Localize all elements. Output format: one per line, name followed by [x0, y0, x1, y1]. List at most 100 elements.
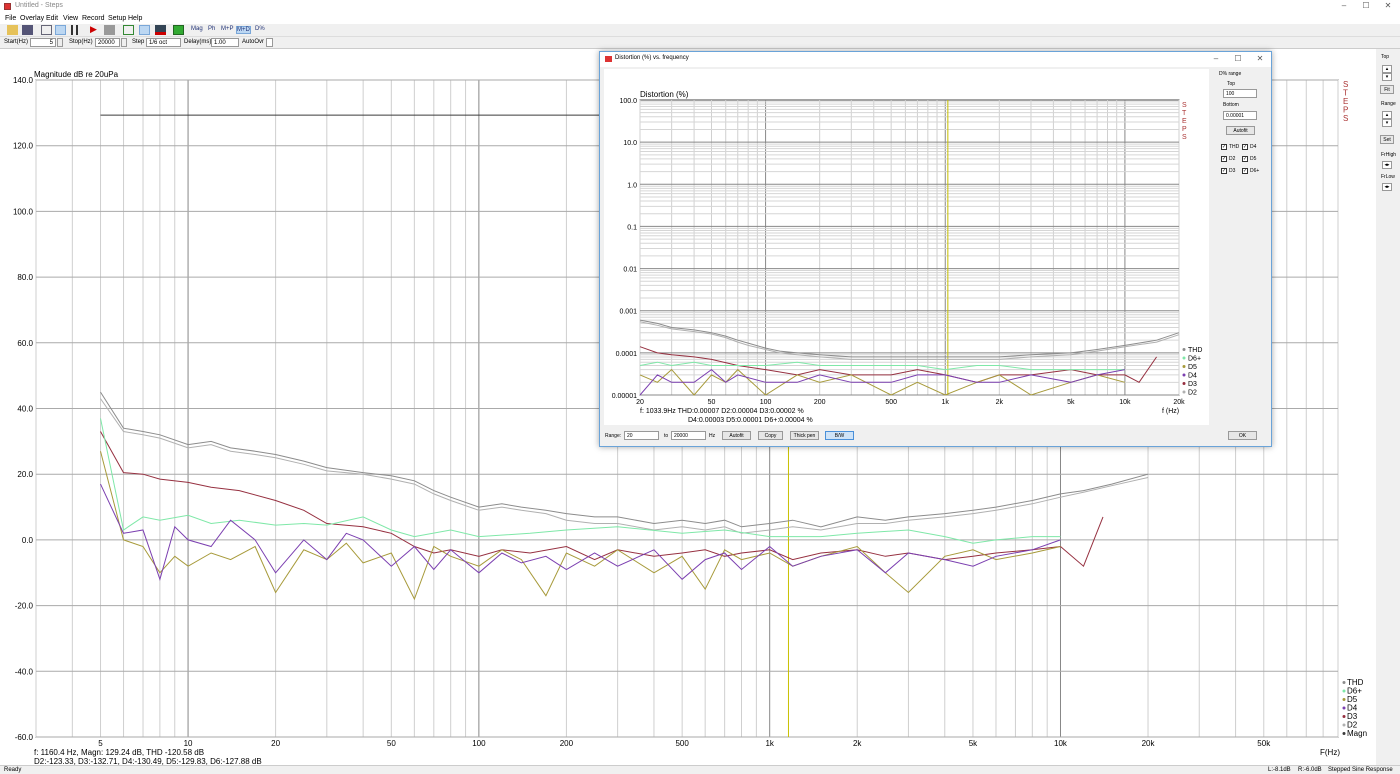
dbw-button[interactable]: B/W [825, 431, 854, 440]
range-up-button[interactable]: ▴ [1382, 111, 1392, 119]
magnitude-y-label: Magnitude dB re 20uPa [34, 70, 119, 79]
range-down-button[interactable]: ▾ [1382, 119, 1392, 127]
open-icon[interactable] [7, 25, 18, 35]
distortion-legend-label: D2 [1188, 390, 1197, 397]
mag-button[interactable]: Mag [191, 26, 203, 32]
autoovr-checkbox[interactable] [266, 38, 273, 47]
copy-icon[interactable] [41, 25, 52, 35]
pause-icon[interactable] [71, 25, 78, 35]
check-d2[interactable]: ✓ [1221, 156, 1227, 162]
magnitude-x-tick-label: 200 [560, 739, 574, 748]
md-button[interactable]: M+D [236, 26, 251, 34]
play-icon[interactable]: ▶ [90, 25, 101, 35]
start-label: Start(Hz) [4, 39, 28, 45]
menu-file[interactable]: File [5, 15, 16, 22]
frhigh-spinner[interactable]: ◂▸ [1382, 161, 1392, 169]
magnitude-x-label: F(Hz) [1320, 748, 1340, 757]
check-d5[interactable]: ✓ [1242, 156, 1248, 162]
parameter-row: Start(Hz) 5 Stop(Hz) 20000 Step 1/6 oct … [0, 37, 1400, 49]
stop-input[interactable]: 20000 [95, 38, 120, 47]
dcopy-button[interactable]: Copy [758, 431, 783, 440]
drange-from-select[interactable]: 20 [624, 431, 659, 440]
stop-icon[interactable] [104, 25, 115, 35]
level-left: L:-8.1dB [1268, 767, 1291, 773]
dialog-maximize-icon[interactable]: ☐ [1228, 54, 1248, 65]
magnitude-x-tick-label: 100 [472, 739, 486, 748]
magnitude-y-tick-label: -40.0 [15, 667, 34, 676]
maximize-icon[interactable]: ☐ [1356, 1, 1376, 12]
menu-record[interactable]: Record [82, 15, 105, 22]
cursor-icon[interactable] [55, 25, 66, 35]
dialog-title-bar[interactable]: Distortion (%) vs. frequency – ☐ ✕ [600, 52, 1271, 67]
magnitude-y-tick-label: 0.0 [22, 536, 34, 545]
flag-icon[interactable] [155, 25, 166, 35]
minimize-icon[interactable]: – [1334, 1, 1354, 12]
card-icon[interactable] [173, 25, 184, 35]
steps-logo-letter: S [1182, 134, 1187, 141]
drange-to-select[interactable]: 20000 [671, 431, 706, 440]
distortion-y-tick-label: 0.00001 [612, 393, 637, 400]
dok-button[interactable]: OK [1228, 431, 1257, 440]
dthickpen-button[interactable]: Thick pen [790, 431, 819, 440]
app-title: Untitled - Steps [15, 2, 63, 9]
dbottom-label: Bottom [1223, 102, 1239, 108]
distortion-chart[interactable]: 20 50 100 200 500 1k 2k 5k 10k 20k 100.0 10.0 1.0 0.1… [604, 69, 1209, 425]
check-d6[interactable]: ✓ [1242, 168, 1248, 174]
step-select[interactable]: 1/6 oct [146, 38, 181, 47]
magnitude-y-tick-label: 80.0 [17, 273, 33, 282]
distortion-legend-label: D5 [1188, 364, 1197, 371]
delay-label: Delay(ms) [184, 39, 212, 45]
magnitude-legend-label: Magn [1347, 729, 1367, 738]
start-input[interactable]: 5 [30, 38, 56, 47]
frhigh-label: FrHigh [1381, 152, 1397, 158]
check-thd[interactable]: ✓ [1221, 144, 1227, 150]
ph-button[interactable]: Ph [208, 26, 215, 32]
menu-edit[interactable]: Edit [46, 15, 58, 22]
magnitude-legend-swatch [1342, 689, 1346, 693]
magnitude-y-tick-label: -20.0 [15, 602, 34, 611]
magnitude-legend-swatch [1342, 706, 1346, 710]
magnitude-x-tick-label: 2k [853, 739, 862, 748]
dtop-select[interactable]: 100 [1223, 89, 1257, 98]
distortion-y-tick-label: 100.0 [619, 98, 637, 105]
check-d4[interactable]: ✓ [1242, 144, 1248, 150]
magnitude-x-tick-label: 50 [387, 739, 396, 748]
check-d3[interactable]: ✓ [1221, 168, 1227, 174]
distortion-y-tick-label: 0.001 [619, 309, 637, 316]
dside-autofit-button[interactable]: Autofit [1226, 126, 1255, 135]
stop-spinner[interactable] [121, 38, 127, 47]
frlow-spinner[interactable]: ◂▸ [1382, 183, 1392, 191]
top-up-button[interactable]: ▴ [1382, 65, 1392, 73]
dialog-close-icon[interactable]: ✕ [1250, 54, 1270, 65]
top-down-button[interactable]: ▾ [1382, 73, 1392, 81]
close-icon[interactable]: ✕ [1378, 1, 1398, 12]
delay-input[interactable]: 1.00 [211, 38, 239, 47]
dhz-label: Hz [709, 433, 716, 439]
magnitude-x-tick-label: 20 [271, 739, 280, 748]
distortion-dialog[interactable]: Distortion (%) vs. frequency – ☐ ✕ 20 50 1… [599, 51, 1272, 447]
distortion-x-label: f (Hz) [1162, 408, 1179, 415]
mp-button[interactable]: M+P [221, 26, 234, 32]
dpct-button[interactable]: D% [255, 26, 265, 32]
set-button[interactable]: Set [1380, 135, 1394, 144]
save-icon[interactable] [22, 25, 33, 35]
start-spinner[interactable] [57, 38, 63, 47]
distortion-legend-label: D3 [1188, 381, 1197, 388]
menu-help[interactable]: Help [128, 15, 142, 22]
menu-setup[interactable]: Setup [108, 15, 126, 22]
magnitude-x-tick-label: 20k [1142, 739, 1156, 748]
status-mode: Stepped Sine Response [1328, 767, 1393, 773]
dautofit-button[interactable]: Autofit [722, 431, 751, 440]
fit-button[interactable]: Fit [1380, 85, 1394, 94]
menu-view[interactable]: View [63, 15, 78, 22]
menu-overlay[interactable]: Overlay [20, 15, 44, 22]
autoovr-label: AutoOvr [242, 39, 265, 45]
distortion-x-tick-label: 20k [1173, 399, 1185, 406]
distortion-x-tick-label: 10k [1119, 399, 1131, 406]
steps-logo-letter: T [1182, 110, 1187, 117]
wave-icon[interactable] [139, 25, 150, 35]
distortion-y-tick-label: 0.0001 [616, 351, 638, 358]
dialog-minimize-icon[interactable]: – [1206, 54, 1226, 65]
dbottom-select[interactable]: 0.00001 [1223, 111, 1257, 120]
image-icon[interactable] [123, 25, 134, 35]
